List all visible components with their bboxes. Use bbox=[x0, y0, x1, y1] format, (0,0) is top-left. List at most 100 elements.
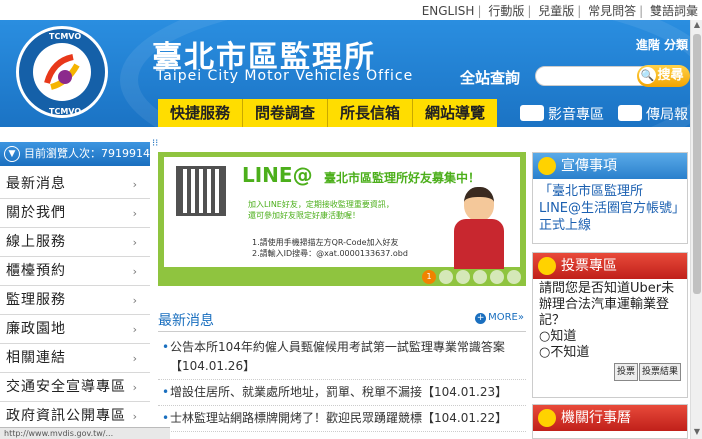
visitor-counter-text: 目前瀏覽人次：7919914 bbox=[24, 147, 150, 160]
chevron-right-icon: › bbox=[132, 323, 138, 336]
subnav-bulletin-label: 傳局報 bbox=[646, 107, 688, 123]
search-icon: 🔍 bbox=[639, 67, 656, 84]
poll-option-label: 知道 bbox=[550, 329, 577, 344]
video-icon bbox=[520, 105, 544, 121]
sidebar-item-label: 交通安全宣導專區 bbox=[6, 379, 126, 395]
sidebar-item-news[interactable]: 最新消息 › bbox=[0, 170, 150, 199]
sidebar-item-integrity[interactable]: 廉政園地 › bbox=[0, 315, 150, 344]
link-mobile[interactable]: 行動版 bbox=[488, 4, 524, 18]
advanced-search-link[interactable]: 進階 分類 bbox=[636, 36, 688, 53]
speaker-icon bbox=[538, 157, 556, 175]
line-title: LINE@ bbox=[242, 163, 313, 187]
carousel-dot[interactable] bbox=[439, 270, 453, 284]
list-item[interactable]: 增設住居所、就業處所地址，罰單、稅單不漏接【104.01.23】 bbox=[158, 380, 526, 406]
chevron-down-icon[interactable]: ▼ bbox=[4, 146, 20, 162]
poll-box: 投票專區 請問您是否知道Uber未辦理合法汽車運輸業登記？ ○知道 ○不知道 投… bbox=[532, 252, 688, 398]
link-faq[interactable]: 常見問答 bbox=[588, 4, 636, 18]
nav-quick-service[interactable]: 快捷服務 bbox=[158, 99, 244, 127]
carousel-dot[interactable] bbox=[490, 270, 504, 284]
line-banner[interactable]: LINE@ 臺北市區監理所好友募集中！ 加入LINE好友，定期接收監理重要資訊，… bbox=[158, 152, 526, 286]
site-title-english: Taipei City Motor Vehicles Office bbox=[156, 68, 414, 84]
poll-option-yes[interactable]: ○知道 bbox=[539, 329, 681, 345]
promo-box: 宣傳事項 「臺北市區監理所LINE@生活圈官方帳號」正式上線 bbox=[532, 152, 688, 244]
sidebar-item-label: 關於我們 bbox=[6, 205, 66, 221]
news-item-date: 【104.01.26】 bbox=[170, 359, 256, 373]
subnav-video[interactable]: 影音專區 bbox=[520, 104, 604, 124]
list-item[interactable]: 士林監理站網路標牌開烤了！歡迎民眾踴躍競標【104.01.22】 bbox=[158, 406, 526, 432]
poll-body: 請問您是否知道Uber未辦理合法汽車運輸業登記？ ○知道 ○不知道 投票 投票結果 bbox=[533, 279, 687, 383]
news-more-label: MORE» bbox=[488, 312, 524, 323]
poll-question: 請問您是否知道Uber未辦理合法汽車運輸業登記？ bbox=[539, 281, 675, 328]
sidebar-item-services[interactable]: 監理服務 › bbox=[0, 286, 150, 315]
dotted-divider: ⁝⁝ bbox=[152, 138, 159, 149]
news-item-text: 士林監理站網路標牌開烤了！歡迎民眾踴躍競標 bbox=[170, 411, 423, 425]
logo-text-top: TCMVO bbox=[49, 32, 82, 41]
sidebar-item-label: 政府資訊公開專區 bbox=[6, 408, 126, 424]
sidebar-item-label: 相關連結 bbox=[6, 350, 66, 366]
poll-buttons: 投票 投票結果 bbox=[539, 363, 681, 381]
chevron-right-icon: › bbox=[132, 294, 138, 307]
search-button[interactable]: 🔍 搜尋 bbox=[637, 65, 690, 87]
link-kids[interactable]: 兒童版 bbox=[538, 4, 574, 18]
nav-director-mailbox[interactable]: 所長信箱 bbox=[328, 99, 414, 127]
ballot-icon bbox=[538, 257, 556, 275]
logo-text-bottom: TCMVO bbox=[49, 107, 82, 116]
sub-nav: 影音專區 傳局報 bbox=[520, 104, 688, 124]
chevron-right-icon: › bbox=[132, 207, 138, 220]
link-english[interactable]: ENGLISH bbox=[422, 4, 475, 18]
carousel-dot[interactable] bbox=[456, 270, 470, 284]
sidebar-item-traffic-safety[interactable]: 交通安全宣導專區 › bbox=[0, 373, 150, 402]
line-desc-2: 還可參加好友限定好康活動喔！ bbox=[248, 211, 360, 220]
poll-option-no[interactable]: ○不知道 bbox=[539, 345, 681, 361]
line-description: 加入LINE好友，定期接收監理重要資訊， 還可參加好友限定好康活動喔！ bbox=[248, 199, 394, 221]
sidebar-item-links[interactable]: 相關連結 › bbox=[0, 344, 150, 373]
poll-results-button[interactable]: 投票結果 bbox=[638, 363, 681, 381]
promo-title: 宣傳事項 bbox=[561, 158, 617, 174]
qr-code-icon bbox=[176, 166, 226, 216]
sidebar-item-counter-booking[interactable]: 櫃檯預約 › bbox=[0, 257, 150, 286]
link-glossary[interactable]: 雙語詞彙 bbox=[650, 4, 698, 18]
poll-title: 投票專區 bbox=[561, 258, 617, 274]
sidebar-menu: 最新消息 › 關於我們 › 線上服務 › 櫃檯預約 › 監理服務 › 廉政園地 › 相關連結… bbox=[0, 170, 150, 431]
site-logo[interactable]: TCMVO TCMVO bbox=[16, 26, 108, 118]
poll-header: 投票專區 bbox=[533, 253, 687, 279]
news-list: 公告本所104年約僱人員甄僱候用考試第一試監理專業常識答案 【104.01.26… bbox=[158, 335, 526, 432]
chevron-right-icon: › bbox=[132, 265, 138, 278]
sidebar-item-online-service[interactable]: 線上服務 › bbox=[0, 228, 150, 257]
calendar-box: 機關行事曆 bbox=[532, 404, 688, 439]
calendar-header: 機關行事曆 bbox=[533, 405, 687, 431]
page-scrollbar[interactable]: ▲ ▼ bbox=[690, 20, 702, 439]
top-utility-links: ENGLISH | 行動版 | 兒童版 | 常見問答 | 雙語詞彙 bbox=[421, 4, 698, 18]
scroll-up-icon[interactable]: ▲ bbox=[691, 20, 702, 32]
line-step-1: 1.請使用手機掃描左方QR-Code加入好友 bbox=[252, 238, 399, 247]
sidebar-item-label: 櫃檯預約 bbox=[6, 263, 66, 279]
carousel-dot[interactable] bbox=[473, 270, 487, 284]
vote-button[interactable]: 投票 bbox=[613, 363, 638, 381]
scroll-down-icon[interactable]: ▼ bbox=[691, 427, 702, 439]
subnav-video-label: 影音專區 bbox=[548, 107, 604, 123]
sidebar-item-about[interactable]: 關於我們 › bbox=[0, 199, 150, 228]
scrollbar-thumb[interactable] bbox=[693, 34, 701, 294]
mail-icon bbox=[618, 105, 642, 121]
plus-icon: + bbox=[475, 313, 487, 324]
status-bar: http://www.mvdis.gov.tw/... bbox=[0, 427, 170, 439]
news-item-date: 【104.01.22】 bbox=[422, 411, 508, 425]
chevron-right-icon: › bbox=[132, 236, 138, 249]
poll-option-label: 不知道 bbox=[550, 345, 590, 360]
promo-link[interactable]: 「臺北市區監理所LINE@生活圈官方帳號」正式上線 bbox=[533, 179, 687, 238]
nav-survey[interactable]: 問卷調查 bbox=[243, 99, 329, 127]
carousel-dots: 1 bbox=[422, 270, 521, 284]
nav-site-map[interactable]: 網站導覽 bbox=[413, 99, 497, 127]
carousel-dot[interactable] bbox=[507, 270, 521, 284]
carousel-dot[interactable]: 1 bbox=[422, 270, 436, 284]
promo-header: 宣傳事項 bbox=[533, 153, 687, 179]
subnav-bulletin[interactable]: 傳局報 bbox=[618, 104, 688, 124]
line-step-2: 2.請輸入ID搜尋：@xat.0000133637.obd bbox=[252, 249, 408, 258]
sidebar-item-label: 監理服務 bbox=[6, 292, 66, 308]
visitor-counter: ▼ 目前瀏覽人次：7919914 bbox=[0, 142, 150, 166]
news-more-link[interactable]: + MORE» bbox=[475, 312, 524, 324]
banner-panel: LINE@ 臺北市區監理所好友募集中！ 加入LINE好友，定期接收監理重要資訊，… bbox=[164, 157, 520, 269]
line-steps: 1.請使用手機掃描左方QR-Code加入好友 2.請輸入ID搜尋：@xat.00… bbox=[252, 237, 408, 259]
chevron-right-icon: › bbox=[132, 178, 138, 191]
list-item[interactable]: 公告本所104年約僱人員甄僱候用考試第一試監理專業常識答案 【104.01.26… bbox=[158, 335, 526, 380]
